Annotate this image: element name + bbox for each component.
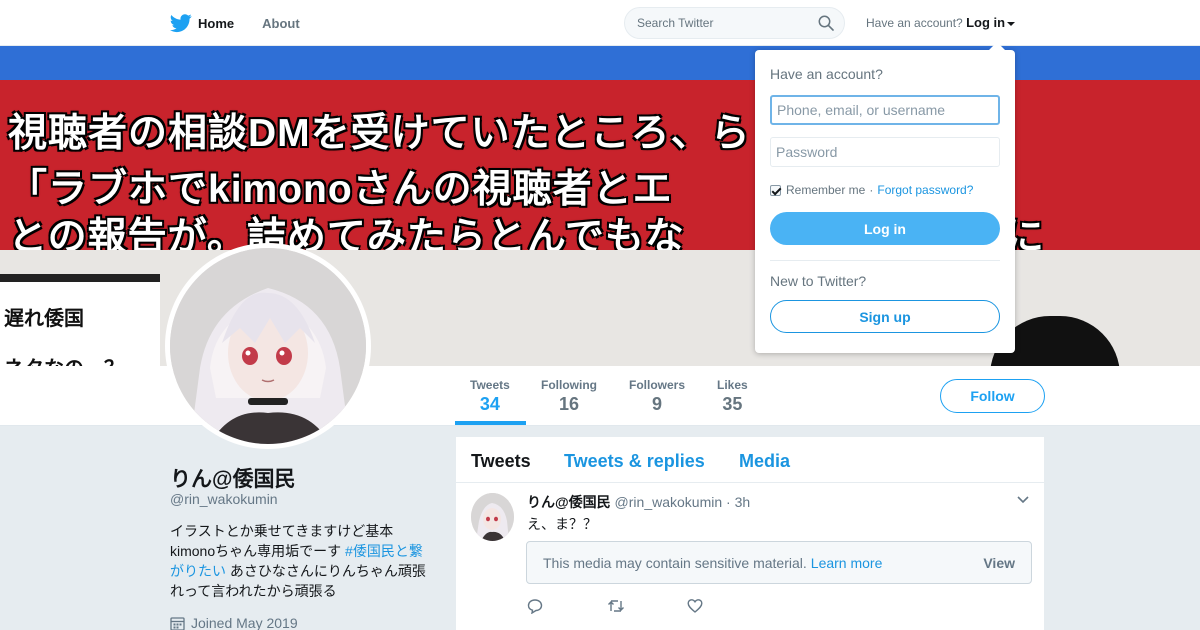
stat-tweets-value: 34	[479, 394, 500, 414]
avatar-image	[170, 248, 366, 444]
follow-button[interactable]: Follow	[940, 379, 1045, 413]
forgot-password-link[interactable]: Forgot password?	[877, 183, 973, 197]
remember-me-checkbox[interactable]	[770, 184, 781, 196]
tab-tweets-replies[interactable]: Tweets & replies	[564, 451, 705, 472]
reply-action[interactable]	[527, 598, 607, 615]
top-navbar: Home About Have an account? Log in	[0, 0, 1200, 46]
tweet-header: りん@倭国民 @rin_wakokumin · 3h	[527, 492, 750, 512]
search-icon[interactable]	[818, 15, 834, 31]
joined-date: Joined May 2019	[170, 615, 298, 630]
stat-following-label: Following	[541, 378, 597, 392]
tab-tweets[interactable]: Tweets	[471, 451, 531, 472]
stat-following[interactable]: Following 16	[541, 378, 597, 415]
banner-side-text1: 遅れ倭国	[4, 308, 84, 330]
tweet-author-name[interactable]: りん@倭国民	[527, 494, 611, 510]
profile-name[interactable]: りん@倭国民	[170, 463, 295, 493]
profile-avatar[interactable]	[165, 243, 371, 449]
sensitive-media-notice: This media may contain sensitive materia…	[526, 541, 1032, 584]
stat-following-value: 16	[558, 394, 580, 414]
like-action[interactable]	[687, 598, 767, 614]
have-account-text: Have an account?	[866, 16, 963, 30]
tweet-item[interactable]: りん@倭国民 @rin_wakokumin · 3h え、ま？？ This me…	[456, 484, 1044, 630]
banner-side-text2: ネタなの…？	[4, 352, 124, 366]
search-input[interactable]	[625, 8, 795, 38]
search-box	[624, 7, 845, 39]
retweet-action[interactable]	[607, 598, 687, 614]
username-field[interactable]	[770, 95, 1000, 125]
tweet-timestamp[interactable]: 3h	[735, 494, 751, 510]
twitter-bird-icon	[170, 14, 192, 33]
nav-home-label: Home	[198, 15, 235, 31]
remember-separator: ·	[869, 183, 874, 197]
login-dropdown: Have an account? Remember me · Forgot pa…	[755, 42, 1015, 353]
nav-home-link[interactable]: Home	[170, 12, 234, 34]
tweet-avatar[interactable]	[471, 493, 514, 541]
tweet-author-handle[interactable]: @rin_wakokumin	[615, 494, 723, 510]
timeline-tabs: Tweets Tweets & replies Media	[456, 437, 1044, 483]
like-icon	[687, 599, 703, 613]
stat-followers[interactable]: Followers 9	[629, 378, 685, 415]
password-field[interactable]	[770, 137, 1000, 167]
calendar-icon	[170, 616, 185, 630]
remember-row: Remember me · Forgot password?	[770, 183, 973, 197]
caret-down-icon	[1007, 21, 1016, 26]
tweet-text: え、ま？？	[527, 516, 597, 532]
banner-text-line1: 視聴者の相談DMを受けていたところ、ら	[8, 112, 751, 155]
tweet-avatar-illustration	[471, 493, 514, 541]
profile-handle[interactable]: @rin_wakokumin	[170, 491, 278, 507]
reply-icon	[527, 599, 543, 615]
login-link-label: Log in	[966, 15, 1006, 30]
dropdown-arrow	[989, 42, 1005, 50]
stat-tweets[interactable]: Tweets 34	[470, 378, 510, 415]
stat-tweets-label: Tweets	[470, 378, 510, 392]
banner-side-panel: 遅れ倭国 ネタなの…？	[0, 274, 160, 366]
stat-followers-value: 9	[652, 394, 663, 414]
stat-likes[interactable]: Likes 35	[717, 378, 748, 415]
profile-bio: イラストとか乗せてきますけど基本kimonoちゃん専用垢でーす #倭国民と繋がり…	[170, 521, 432, 601]
chevron-down-icon[interactable]	[1017, 496, 1029, 504]
nav-about-label: About	[262, 15, 300, 31]
view-media-button[interactable]: View	[983, 555, 1015, 571]
tweet-actions	[527, 598, 767, 615]
retweet-icon	[608, 600, 624, 612]
nav-about-link[interactable]: About	[262, 16, 300, 31]
timeline: Tweets Tweets & replies Media りん@倭国民 @ri…	[456, 437, 1044, 630]
stat-followers-label: Followers	[629, 378, 686, 392]
account-area: Have an account? Log in	[866, 15, 1016, 30]
login-dropdown-toggle[interactable]: Log in	[966, 15, 1016, 30]
dropdown-divider	[770, 260, 1000, 261]
signup-button[interactable]: Sign up	[770, 300, 1000, 333]
stat-likes-label: Likes	[717, 378, 748, 392]
new-to-twitter-text: New to Twitter?	[770, 273, 867, 289]
joined-text: Joined May 2019	[191, 615, 298, 630]
remember-me-label: Remember me	[786, 183, 866, 197]
stat-likes-value: 35	[722, 394, 743, 414]
nav-left: Home About	[170, 0, 328, 46]
sensitive-media-text: This media may contain sensitive materia…	[543, 554, 807, 571]
login-button[interactable]: Log in	[770, 212, 1000, 245]
learn-more-link[interactable]: Learn more	[811, 555, 883, 571]
active-tab-indicator	[455, 421, 526, 425]
banner-top-strip	[0, 46, 1200, 80]
avatar-illustration	[170, 248, 366, 444]
tab-media[interactable]: Media	[739, 451, 790, 472]
tweet-separator: ·	[726, 494, 731, 510]
dropdown-title: Have an account?	[770, 66, 883, 82]
